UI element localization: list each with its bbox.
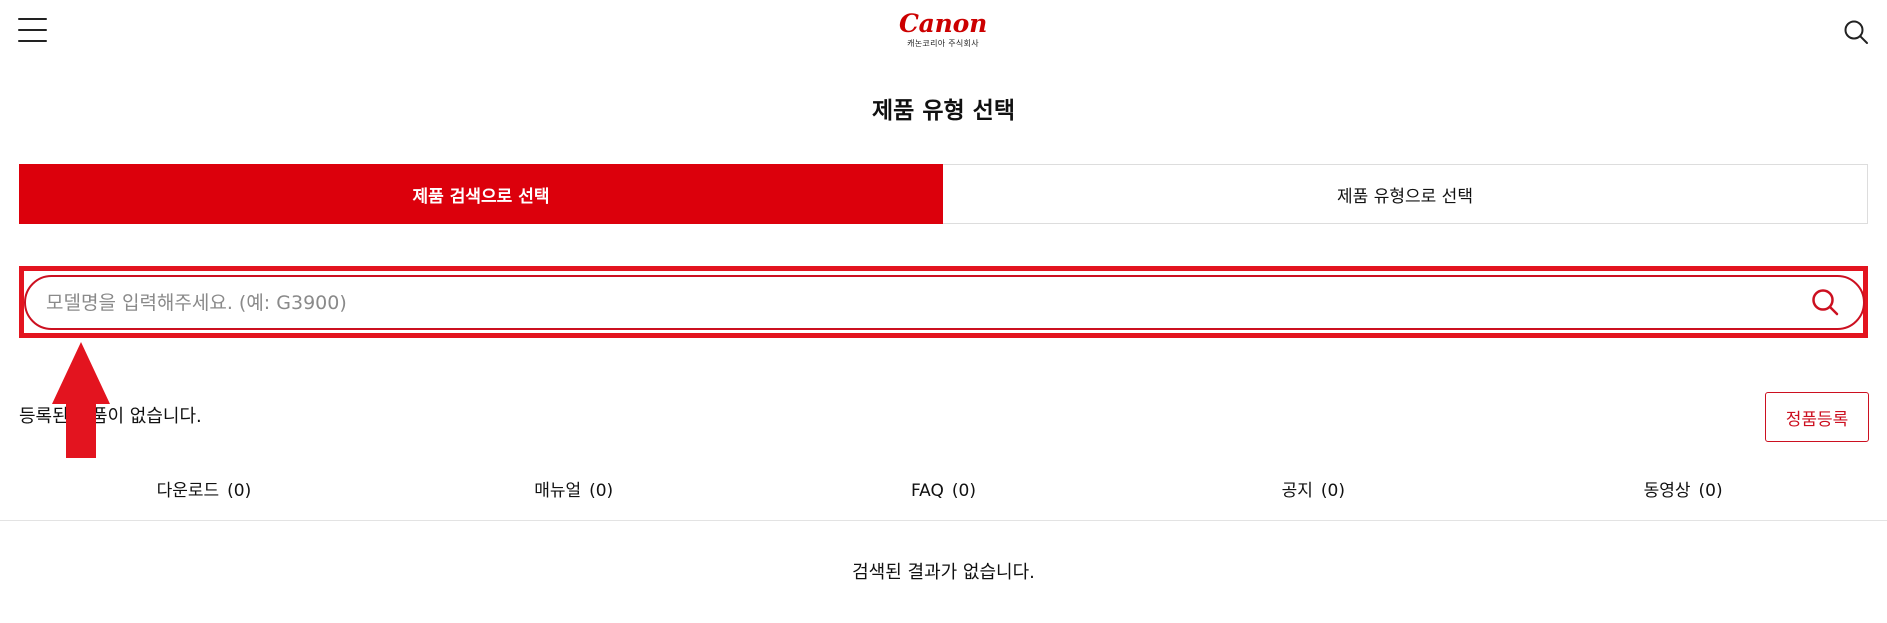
logo-wordmark: Canon — [898, 9, 988, 38]
search-icon[interactable] — [1843, 19, 1869, 45]
category-notices[interactable]: 공지 (0) — [1128, 475, 1498, 507]
category-faq[interactable]: FAQ (0) — [759, 475, 1129, 507]
category-label: 매뉴얼 — [534, 481, 582, 501]
model-search-field — [24, 275, 1865, 330]
search-submit-icon[interactable] — [1810, 287, 1840, 317]
model-search-input[interactable] — [46, 277, 1786, 328]
category-downloads[interactable]: 다운로드 (0) — [19, 475, 389, 507]
category-count: (0) — [1698, 481, 1723, 501]
category-count: (0) — [1320, 481, 1345, 501]
category-nav: 다운로드 (0) 매뉴얼 (0) FAQ (0) 공지 (0) 동영상 (0) — [19, 475, 1868, 507]
tab-product-search[interactable]: 제품 검색으로 선택 — [19, 164, 943, 224]
page-title: 제품 유형 선택 — [872, 98, 1015, 124]
category-label: FAQ — [910, 481, 944, 501]
canon-logo[interactable]: Canon 캐논코리아 주식회사 — [880, 10, 1006, 50]
logo-subtitle: 캐논코리아 주식회사 — [907, 39, 979, 48]
hamburger-menu-icon[interactable] — [18, 18, 47, 43]
category-label: 공지 — [1281, 481, 1313, 501]
category-count: (0) — [589, 481, 614, 501]
divider — [0, 520, 1887, 521]
category-count: (0) — [951, 481, 976, 501]
category-manuals[interactable]: 매뉴얼 (0) — [389, 475, 759, 507]
no-registered-products-message: 등록된 제품이 없습니다. — [19, 406, 202, 427]
site-header: Canon 캐논코리아 주식회사 — [0, 0, 1887, 60]
category-count: (0) — [227, 481, 252, 501]
category-label: 다운로드 — [156, 481, 220, 501]
category-videos[interactable]: 동영상 (0) — [1498, 475, 1868, 507]
empty-results-message: 검색된 결과가 없습니다. — [852, 562, 1035, 583]
selection-tabs: 제품 검색으로 선택 제품 유형으로 선택 — [19, 164, 1868, 224]
up-arrow-annotation-icon — [52, 342, 110, 458]
category-label: 동영상 — [1643, 481, 1691, 501]
product-register-button[interactable]: 정품등록 — [1765, 392, 1869, 442]
tab-product-type[interactable]: 제품 유형으로 선택 — [943, 164, 1868, 224]
